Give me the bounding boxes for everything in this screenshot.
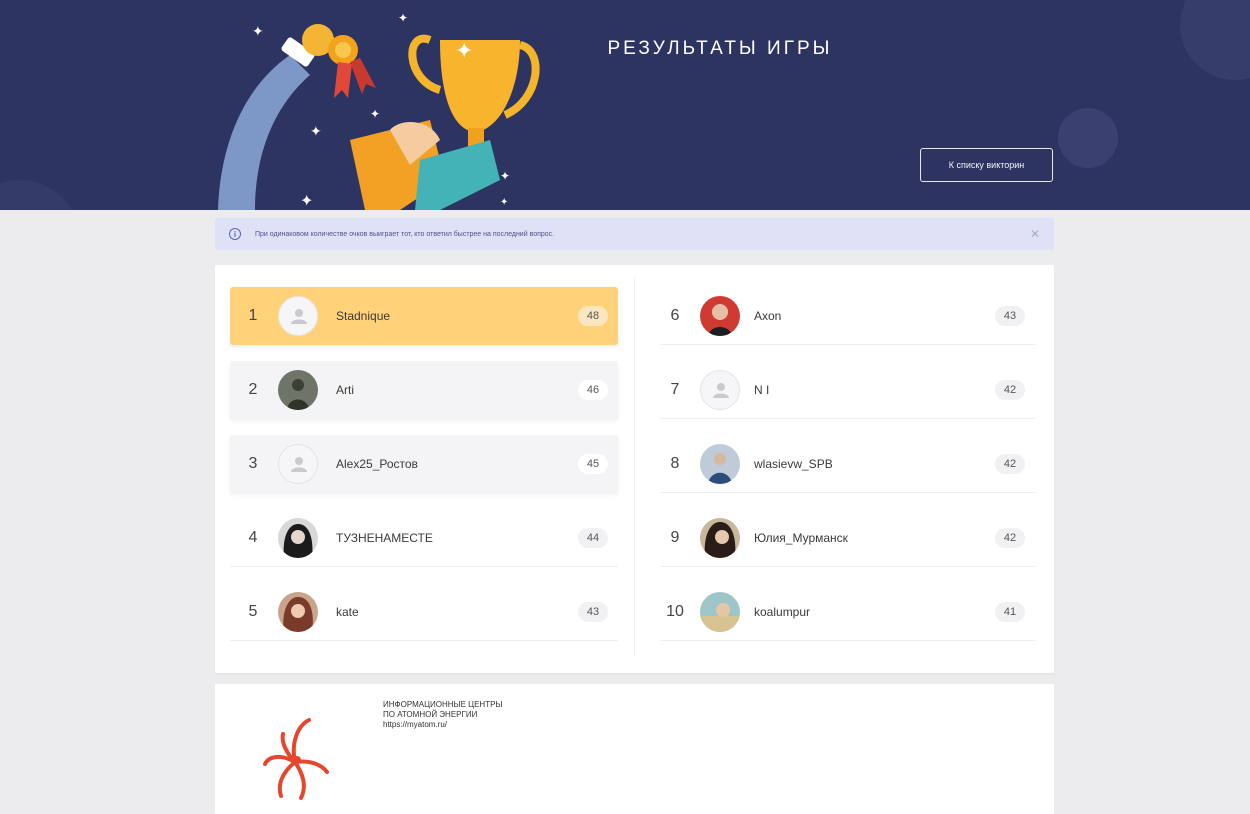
svg-text:✦: ✦ xyxy=(310,123,322,139)
rank: 5 xyxy=(248,602,258,620)
score-badge: 44 xyxy=(578,527,608,548)
score-badge: 46 xyxy=(578,380,608,400)
leaderboard-row: 2 Arti 46 xyxy=(230,361,618,419)
player-name: ТУЗНЕНАМЕСТЕ xyxy=(336,530,433,545)
avatar-placeholder-icon xyxy=(278,296,318,336)
avatar xyxy=(700,517,740,558)
rank: 8 xyxy=(670,454,680,472)
page-title: РЕЗУЛЬТАТЫ ИГРЫ xyxy=(607,38,833,59)
score-badge: 43 xyxy=(578,601,608,622)
atom-logo-icon xyxy=(263,718,329,800)
player-name: wlasievw_SPB xyxy=(754,456,833,471)
organization-info: ИНФОРМАЦИОННЫЕ ЦЕНТРЫ ПО АТОМНОЙ ЭНЕРГИИ… xyxy=(383,700,503,730)
notice-text: При одинаковом количестве очков выиграет… xyxy=(255,230,555,238)
svg-text:✦: ✦ xyxy=(300,193,313,210)
leaderboard-row: 7 N I 42 xyxy=(660,361,1035,419)
leaderboard-row: 5 kate 43 xyxy=(230,583,618,641)
header-banner: ✦ ✦ ✦ ✦ ✦ ✦ ✦ ✦ РЕЗУЛЬТАТЫ ИГРЫ К списку… xyxy=(0,0,1250,210)
rank: 4 xyxy=(248,528,258,546)
rank: 6 xyxy=(670,306,680,324)
leaderboard-row: 3 Alex25_Ростов 45 xyxy=(230,435,618,493)
column-divider xyxy=(634,277,635,657)
decor-circle xyxy=(0,180,80,210)
org-name-line1: ИНФОРМАЦИОННЫЕ ЦЕНТРЫ xyxy=(383,700,503,709)
leaderboard-row: 8 wlasievw_SPB 42 xyxy=(660,435,1035,493)
leaderboard-row: 9 Юлия_Мурманск 42 xyxy=(660,509,1035,567)
avatar xyxy=(278,591,318,632)
rank: 3 xyxy=(248,455,258,472)
decor-circle xyxy=(1058,108,1118,168)
svg-text:✦: ✦ xyxy=(500,169,510,183)
svg-text:✦: ✦ xyxy=(500,197,508,208)
rank: 1 xyxy=(248,307,258,324)
player-name: koalumpur xyxy=(754,604,811,619)
org-name-line2: ПО АТОМНОЙ ЭНЕРГИИ xyxy=(383,710,478,719)
avatar xyxy=(278,370,318,410)
player-name: Юлия_Мурманск xyxy=(754,530,848,545)
player-name: Axon xyxy=(754,308,782,323)
player-name: kate xyxy=(336,604,359,619)
avatar xyxy=(278,517,318,558)
trophy-illustration: ✦ ✦ ✦ ✦ ✦ ✦ ✦ ✦ xyxy=(218,11,540,210)
rank: 2 xyxy=(248,381,258,398)
avatar-placeholder-icon xyxy=(700,369,740,410)
player-name: Arti xyxy=(336,383,354,397)
player-name: Stadnique xyxy=(336,309,391,323)
player-name: Alex25_Ростов xyxy=(336,457,418,471)
back-to-quizzes-button[interactable]: К списку викторин xyxy=(920,148,1053,182)
svg-text:✦: ✦ xyxy=(455,38,473,63)
leaderboard-row: 1 Stadnique 48 xyxy=(230,287,618,345)
score-badge: 43 xyxy=(995,305,1025,326)
leaderboard-row: 4 ТУЗНЕНАМЕСТЕ 44 xyxy=(230,509,618,567)
org-url-link[interactable]: https://myatom.ru/ xyxy=(383,720,503,730)
rank: 10 xyxy=(666,602,684,620)
svg-text:✦: ✦ xyxy=(370,107,380,121)
score-badge: 48 xyxy=(578,306,608,326)
tie-break-notice: i При одинаковом количестве очков выигра… xyxy=(215,218,1054,250)
svg-text:✦: ✦ xyxy=(252,23,264,39)
score-badge: 42 xyxy=(995,453,1025,474)
avatar xyxy=(700,591,740,632)
decor-circle xyxy=(1180,0,1250,80)
score-badge: 42 xyxy=(995,379,1025,400)
rank: 7 xyxy=(670,380,680,398)
leaderboard-row: 6 Axon 43 xyxy=(660,287,1035,345)
score-badge: 42 xyxy=(995,527,1025,548)
svg-text:✦: ✦ xyxy=(398,11,408,25)
info-icon: i xyxy=(229,228,241,240)
leaderboard: 1 Stadnique 48 2 Arti 46 3 Alex25_Ростов… xyxy=(215,265,1054,673)
leaderboard-row: 10 koalumpur 41 xyxy=(660,583,1035,641)
avatar-placeholder-icon xyxy=(278,444,318,484)
score-badge: 41 xyxy=(995,601,1025,622)
close-icon[interactable]: ✕ xyxy=(1030,227,1040,241)
footer: ИНФОРМАЦИОННЫЕ ЦЕНТРЫ ПО АТОМНОЙ ЭНЕРГИИ… xyxy=(215,684,1054,814)
avatar xyxy=(700,295,740,336)
rank: 9 xyxy=(670,528,680,546)
avatar xyxy=(700,443,740,484)
score-badge: 45 xyxy=(578,454,608,474)
player-name: N I xyxy=(754,382,770,397)
